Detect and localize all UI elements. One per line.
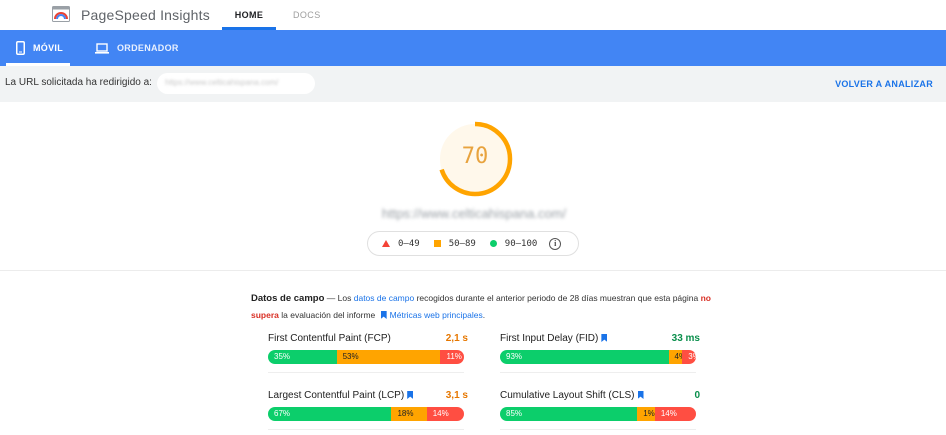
pagespeed-logo-icon bbox=[52, 6, 70, 22]
redirect-label: La URL solicitada ha redirigido a: bbox=[5, 77, 152, 88]
app-title: PageSpeed Insights bbox=[81, 7, 210, 23]
metric-divider bbox=[500, 429, 696, 430]
poor-segment: 3% bbox=[682, 350, 696, 364]
good-segment: 93% bbox=[500, 350, 669, 364]
red-triangle-icon bbox=[382, 240, 390, 247]
orange-square-icon bbox=[254, 392, 261, 399]
metric-name: Largest Contentful Paint (LCP) bbox=[268, 390, 414, 401]
tab-home[interactable]: HOME bbox=[222, 10, 276, 20]
redirect-url-field: https://www.celticahispana.com/ bbox=[157, 73, 315, 94]
tab-mobile-label: MÓVIL bbox=[33, 43, 63, 53]
tab-desktop[interactable]: ORDENADOR bbox=[95, 30, 179, 66]
poor-segment: 14% bbox=[426, 407, 464, 421]
metric-divider bbox=[268, 372, 464, 373]
metric-divider bbox=[268, 429, 464, 430]
average-segment: 53% bbox=[336, 350, 441, 364]
green-circle-icon bbox=[486, 392, 493, 399]
bookmark-icon bbox=[601, 334, 608, 342]
green-circle-icon bbox=[486, 335, 493, 342]
metric-lcp: Largest Contentful Paint (LCP) 3,1 s 67%… bbox=[252, 390, 468, 434]
metric-value: 33 ms bbox=[671, 333, 700, 344]
redirect-bar: La URL solicitada ha redirigido a: https… bbox=[0, 66, 946, 102]
field-data-text-2: recogidos durante el anterior periodo de… bbox=[416, 293, 699, 303]
average-segment: 4% bbox=[668, 350, 683, 364]
score-legend: 0–49 50–89 90–100 i bbox=[367, 231, 579, 256]
distribution-bar: 93%4%3% bbox=[500, 350, 696, 364]
performance-score-gauge: 70 bbox=[436, 120, 514, 198]
reanalyze-button[interactable]: VOLVER A ANALIZAR bbox=[835, 79, 933, 89]
distribution-bar: 85% 1% 14% bbox=[500, 407, 696, 421]
field-data-link[interactable]: datos de campo bbox=[354, 293, 414, 303]
bookmark-icon bbox=[637, 391, 644, 399]
top-header: PageSpeed Insights HOME DOCS bbox=[0, 0, 946, 30]
metric-name-text: First Input Delay (FID) bbox=[500, 333, 599, 344]
legend-good-label: 90–100 bbox=[504, 238, 538, 249]
tab-desktop-label: ORDENADOR bbox=[117, 43, 179, 53]
average-segment: 18% bbox=[391, 407, 427, 421]
metric-fcp: First Contentful Paint (FCP) 2,1 s 35% 53… bbox=[252, 333, 468, 377]
performance-score: 70 bbox=[461, 144, 489, 169]
orange-square-icon bbox=[433, 240, 441, 247]
good-segment: 67% bbox=[268, 407, 392, 421]
green-circle-icon bbox=[489, 240, 497, 247]
redirect-url-text: https://www.celticahispana.com/ bbox=[165, 78, 279, 87]
field-data-text-3: la evaluación del informe bbox=[281, 310, 376, 320]
core-web-vitals-link[interactable]: Métricas web principales bbox=[390, 310, 483, 320]
metric-value: 0 bbox=[694, 390, 700, 401]
metric-name: First Input Delay (FID) bbox=[500, 333, 608, 344]
device-toolbar: MÓVIL ORDENADOR bbox=[0, 30, 946, 66]
metric-value: 3,1 s bbox=[445, 390, 468, 401]
field-data-end: . bbox=[482, 310, 486, 320]
orange-square-icon bbox=[254, 335, 261, 342]
metric-name: First Contentful Paint (FCP) bbox=[268, 333, 391, 344]
metric-name: Cumulative Layout Shift (CLS) bbox=[500, 390, 644, 401]
legend-good: 90–100 bbox=[489, 238, 538, 249]
tab-docs[interactable]: DOCS bbox=[293, 10, 321, 20]
phone-icon bbox=[16, 41, 25, 55]
core-web-vitals-bookmark-icon bbox=[380, 311, 387, 319]
metric-name-text: Largest Contentful Paint (LCP) bbox=[268, 390, 405, 401]
bookmark-icon bbox=[407, 391, 414, 399]
info-icon[interactable]: i bbox=[549, 237, 562, 250]
average-segment: 1% bbox=[637, 407, 655, 421]
legend-average-label: 50–89 bbox=[448, 238, 476, 249]
legend-poor-label: 0–49 bbox=[398, 238, 420, 249]
legend-average: 50–89 bbox=[433, 238, 476, 249]
legend-poor: 0–49 bbox=[382, 239, 420, 249]
tab-mobile[interactable]: MÓVIL bbox=[16, 30, 63, 66]
metric-fid: First Input Delay (FID) 33 ms 93%4%3% bbox=[484, 333, 700, 377]
poor-segment: 11% bbox=[440, 350, 464, 364]
metric-divider bbox=[500, 372, 696, 373]
good-segment: 85% bbox=[500, 407, 638, 421]
poor-segment: 14% bbox=[654, 407, 696, 421]
metric-value: 2,1 s bbox=[445, 333, 468, 344]
field-data-title: Datos de campo bbox=[251, 293, 325, 304]
good-segment: 35% bbox=[268, 350, 337, 364]
laptop-icon bbox=[95, 42, 109, 54]
field-data-text-1: Los bbox=[337, 293, 352, 303]
distribution-bar: 35% 53% 11% bbox=[268, 350, 464, 364]
metric-name-text: Cumulative Layout Shift (CLS) bbox=[500, 390, 635, 401]
analyzed-url: https://www.celticahispana.com/ bbox=[381, 206, 567, 221]
section-divider bbox=[0, 270, 946, 271]
field-data-description: Datos de campo — Los datos de campo reco… bbox=[251, 290, 711, 323]
field-data-dash: — bbox=[326, 293, 336, 303]
metric-cls: Cumulative Layout Shift (CLS) 0 85% 1% 14% bbox=[484, 390, 700, 434]
distribution-bar: 67% 18% 14% bbox=[268, 407, 464, 421]
